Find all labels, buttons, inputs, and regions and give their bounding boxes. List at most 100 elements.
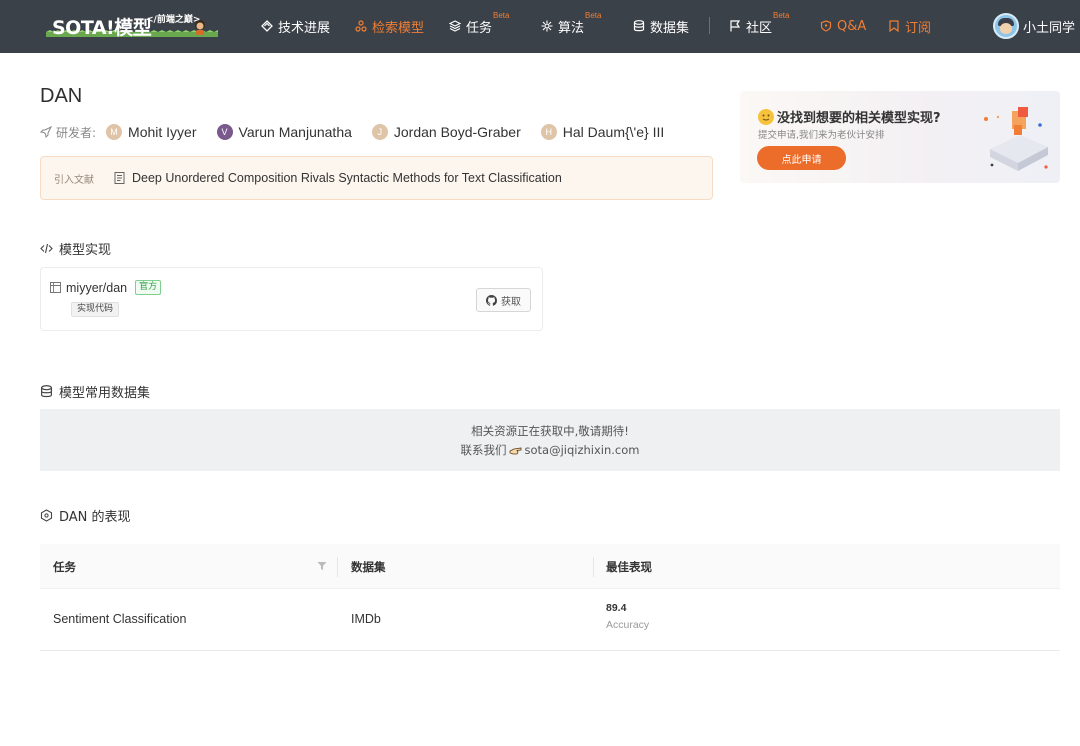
researchers-label-text: 研发者: xyxy=(56,124,96,141)
flag-icon xyxy=(729,20,741,32)
author-name: Varun Manjunatha xyxy=(239,124,352,140)
researchers-row: 研发者: M Mohit Iyyer V Varun Manjunatha J … xyxy=(40,122,684,142)
column-header-dataset: 数据集 xyxy=(351,559,386,575)
filter-icon[interactable] xyxy=(317,561,327,571)
author[interactable]: H Hal Daum{\'e} III xyxy=(541,124,665,140)
nav-tasks[interactable]: 任务 xyxy=(449,16,492,36)
repository-icon xyxy=(50,282,61,293)
progress-icon xyxy=(261,20,273,32)
nav-community[interactable]: 社区 xyxy=(729,16,772,36)
logo-text: SOTA!模型 xyxy=(52,13,151,40)
citation-label: 引入文献 xyxy=(54,171,94,186)
coming-soon-message: 相关资源正在获取中,敬请期待! xyxy=(40,423,1060,439)
author-avatar: J xyxy=(372,124,388,140)
nav-algorithms[interactable]: 算法 xyxy=(541,16,584,36)
sota-logo[interactable]: SOTA!模型 </前端之巅> xyxy=(46,9,218,39)
author-name: Mohit Iyyer xyxy=(128,124,196,140)
bookmark-icon xyxy=(888,20,900,32)
rocket-icon xyxy=(40,126,52,138)
column-header-best: 最佳表现 xyxy=(606,559,652,575)
algorithm-icon xyxy=(541,20,553,32)
author[interactable]: V Varun Manjunatha xyxy=(217,124,352,140)
column-header-task: 任务 xyxy=(53,559,76,575)
contact-row: 联系我们 sota@jiqizhixin.com xyxy=(40,442,1060,458)
database-icon xyxy=(633,20,645,32)
implementation-card: miyyer/dan 官方 实现代码 获取 xyxy=(40,267,543,331)
nav-label: 社区 xyxy=(746,17,772,36)
nav-subscribe[interactable]: 订阅 xyxy=(888,16,931,36)
column-divider xyxy=(337,557,338,577)
nav-tech-progress[interactable]: 技术进展 xyxy=(261,16,330,36)
beta-badge: Beta xyxy=(493,11,509,20)
avatar[interactable] xyxy=(993,13,1019,39)
nav-datasets[interactable]: 数据集 xyxy=(633,16,689,36)
column-divider xyxy=(593,557,594,577)
nav-label: 任务 xyxy=(466,17,492,36)
implementation-section-title: 模型实现 xyxy=(40,239,111,258)
author[interactable]: M Mohit Iyyer xyxy=(106,124,196,140)
github-icon xyxy=(486,295,497,306)
nav-label: 算法 xyxy=(558,17,584,36)
layers-icon xyxy=(449,20,461,32)
author-name: Jordan Boyd-Graber xyxy=(394,124,521,140)
nav-label: 数据集 xyxy=(650,17,689,36)
page-title: DAN xyxy=(40,85,82,108)
user-menu[interactable]: 小土同学 xyxy=(993,13,1075,39)
metric-name: Accuracy xyxy=(606,619,649,631)
nav-label: 技术进展 xyxy=(278,17,330,36)
apply-button[interactable]: 点此申请 xyxy=(757,146,846,170)
score-value: 89.4 xyxy=(606,602,626,614)
author-name: Hal Daum{\'e} III xyxy=(563,124,665,140)
author-avatar: V xyxy=(217,124,233,140)
contact-prefix: 联系我们 xyxy=(461,442,507,458)
nav-label: 检索模型 xyxy=(372,17,424,36)
table-header: 任务 数据集 最佳表现 xyxy=(40,544,1060,589)
nav-label: 订阅 xyxy=(905,17,931,36)
promo-subtitle: 提交申请,我们来为老伙计安排 xyxy=(758,127,885,141)
qa-icon xyxy=(820,20,832,32)
repo-row: miyyer/dan 官方 xyxy=(50,280,161,295)
repo-name[interactable]: miyyer/dan xyxy=(66,281,127,295)
get-code-button[interactable]: 获取 xyxy=(476,288,531,312)
citation-link[interactable]: Deep Unordered Composition Rivals Syntac… xyxy=(132,171,562,185)
performance-section-title: DAN 的表现 xyxy=(40,506,131,525)
section-title-text: 模型常用数据集 xyxy=(59,382,150,401)
citation-box: 引入文献 Deep Unordered Composition Rivals S… xyxy=(40,156,713,200)
promo-title: 没找到想要的相关模型实现? xyxy=(758,107,941,126)
beta-badge: Beta xyxy=(585,11,601,20)
dataset-cell[interactable]: IMDb xyxy=(351,612,381,626)
researchers-label: 研发者: xyxy=(40,124,96,141)
document-icon xyxy=(114,172,125,184)
nav-divider xyxy=(709,17,710,34)
user-name: 小土同学 xyxy=(1023,17,1075,36)
official-badge: 官方 xyxy=(135,280,161,295)
database-icon xyxy=(40,385,53,398)
top-navigation-bar: SOTA!模型 </前端之巅> 技术进展 检索模型 任务 Beta 算法 xyxy=(0,0,1080,53)
author-avatar: H xyxy=(541,124,557,140)
pointing-hand-icon xyxy=(509,444,523,456)
datasets-placeholder: 相关资源正在获取中,敬请期待! 联系我们 sota@jiqizhixin.com xyxy=(40,409,1060,471)
nav-model-search[interactable]: 检索模型 xyxy=(355,16,424,36)
task-cell[interactable]: Sentiment Classification xyxy=(53,612,186,626)
table-row[interactable]: Sentiment Classification IMDb 89.4 Accur… xyxy=(40,589,1060,651)
beta-badge: Beta xyxy=(773,11,789,20)
datasets-section-title: 模型常用数据集 xyxy=(40,382,150,401)
nav-label: Q&A xyxy=(837,19,866,34)
request-model-card: 没找到想要的相关模型实现? 提交申请,我们来为老伙计安排 点此申请 xyxy=(740,91,1060,183)
get-button-label: 获取 xyxy=(501,293,521,308)
code-icon xyxy=(40,242,53,255)
performance-table: 任务 数据集 最佳表现 Sentiment Classification IMD… xyxy=(40,544,1060,651)
mascot-icon xyxy=(192,19,208,35)
section-title-text: DAN 的表现 xyxy=(59,506,131,525)
nav-qa[interactable]: Q&A xyxy=(820,16,866,36)
hexagon-icon xyxy=(40,509,53,522)
code-tag: 实现代码 xyxy=(71,302,119,317)
emoji-icon xyxy=(758,109,774,125)
model-search-icon xyxy=(355,20,367,32)
section-title-text: 模型实现 xyxy=(59,239,111,258)
cube-illustration-icon xyxy=(976,97,1058,179)
author-avatar: M xyxy=(106,124,122,140)
promo-title-text: 没找到想要的相关模型实现? xyxy=(777,107,941,126)
contact-email[interactable]: sota@jiqizhixin.com xyxy=(525,443,640,457)
author[interactable]: J Jordan Boyd-Graber xyxy=(372,124,521,140)
